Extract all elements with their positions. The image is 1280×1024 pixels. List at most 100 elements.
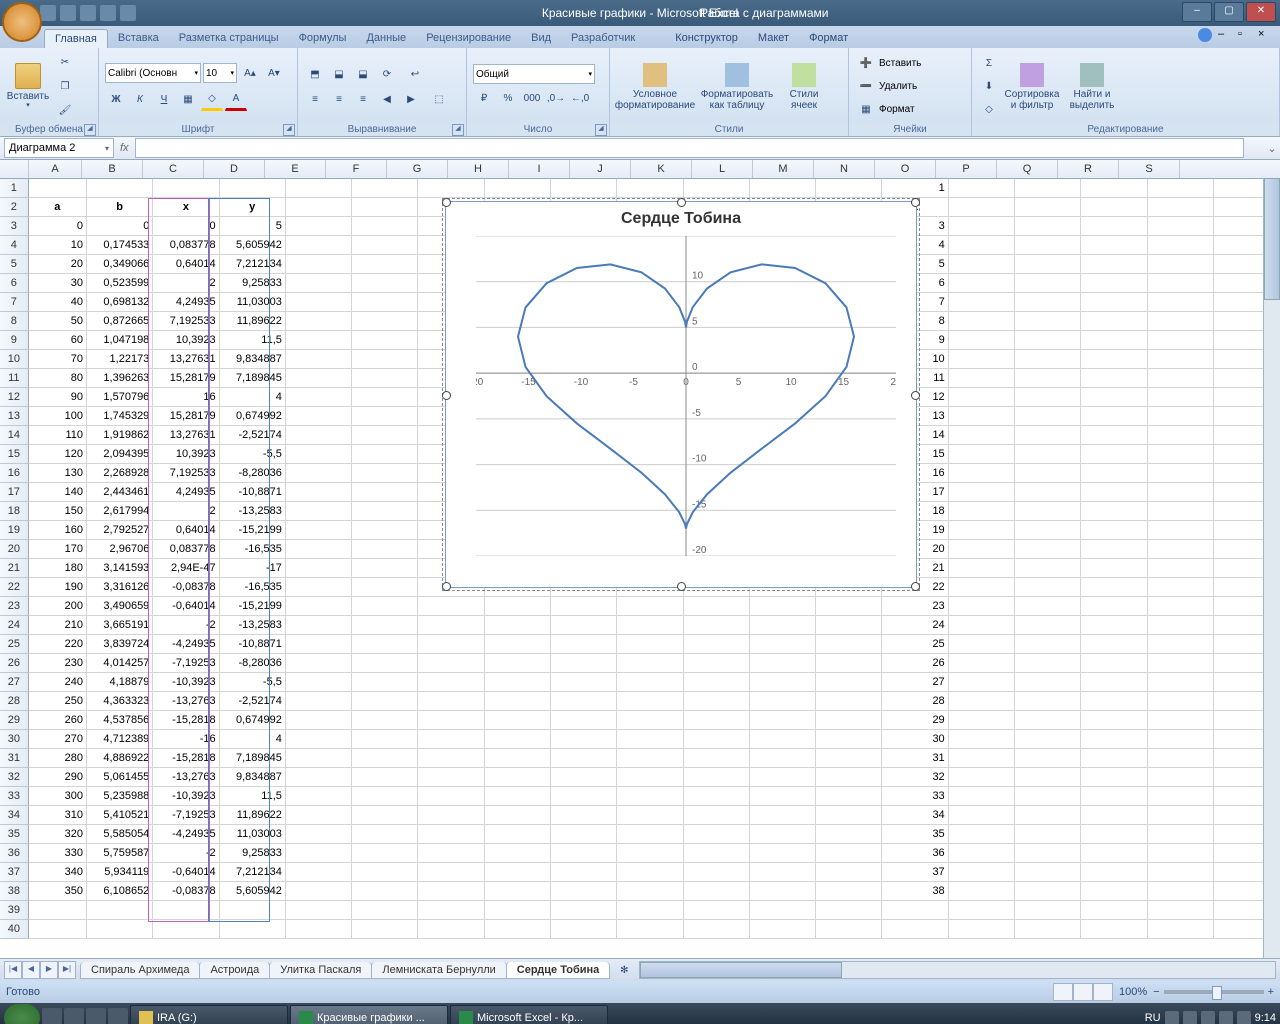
cell[interactable] xyxy=(750,806,816,825)
cell[interactable] xyxy=(551,597,617,616)
cell[interactable]: -2,52174 xyxy=(220,426,286,445)
cell[interactable] xyxy=(286,369,352,388)
cell[interactable] xyxy=(1148,179,1214,198)
column-header[interactable]: I xyxy=(509,160,570,178)
cell[interactable] xyxy=(949,274,1015,293)
cell[interactable] xyxy=(684,825,750,844)
cell[interactable] xyxy=(816,920,882,939)
row-header[interactable]: 15 xyxy=(0,445,29,464)
cell[interactable] xyxy=(286,464,352,483)
dialog-launcher-icon[interactable]: ◢ xyxy=(84,124,96,136)
cell[interactable] xyxy=(617,863,683,882)
cell[interactable] xyxy=(418,635,484,654)
cell[interactable]: -13,2763 xyxy=(153,768,219,787)
cell[interactable] xyxy=(1148,217,1214,236)
cell[interactable] xyxy=(286,331,352,350)
cell[interactable] xyxy=(87,920,153,939)
cell[interactable] xyxy=(949,369,1015,388)
cell[interactable] xyxy=(1148,578,1214,597)
cell[interactable]: 4,18879 xyxy=(87,673,153,692)
cell[interactable] xyxy=(1015,920,1081,939)
cell[interactable] xyxy=(418,882,484,901)
cell[interactable] xyxy=(816,882,882,901)
cell[interactable] xyxy=(684,179,750,198)
cell[interactable] xyxy=(1148,844,1214,863)
cell[interactable]: 6,108652 xyxy=(87,882,153,901)
increase-decimal-icon[interactable]: ,0→ xyxy=(545,87,567,109)
cell[interactable] xyxy=(1148,806,1214,825)
cell[interactable] xyxy=(617,825,683,844)
cell[interactable] xyxy=(286,901,352,920)
cell[interactable] xyxy=(1081,597,1147,616)
cell[interactable] xyxy=(485,597,551,616)
cell[interactable] xyxy=(286,692,352,711)
cell[interactable] xyxy=(1148,863,1214,882)
cell[interactable] xyxy=(684,768,750,787)
cell[interactable]: 5,410521 xyxy=(87,806,153,825)
column-header[interactable]: H xyxy=(448,160,509,178)
cell[interactable] xyxy=(1015,179,1081,198)
tab-Разметка страницы[interactable]: Разметка страницы xyxy=(169,29,289,48)
cell[interactable] xyxy=(949,635,1015,654)
cell[interactable] xyxy=(949,293,1015,312)
cell[interactable] xyxy=(29,901,87,920)
cell[interactable] xyxy=(617,673,683,692)
cell[interactable] xyxy=(1148,274,1214,293)
cell[interactable]: 60 xyxy=(29,331,87,350)
row-header[interactable]: 11 xyxy=(0,369,29,388)
cell[interactable] xyxy=(684,673,750,692)
cell[interactable] xyxy=(617,749,683,768)
tab-Формат[interactable]: Формат xyxy=(799,29,858,48)
cell[interactable] xyxy=(485,768,551,787)
row-header[interactable]: 21 xyxy=(0,559,29,578)
cell[interactable] xyxy=(485,749,551,768)
cell[interactable] xyxy=(352,654,418,673)
cell[interactable]: 5,759587 xyxy=(87,844,153,863)
cell[interactable] xyxy=(418,673,484,692)
cell[interactable]: -15,2199 xyxy=(220,521,286,540)
row-header[interactable]: 22 xyxy=(0,578,29,597)
help-icon[interactable] xyxy=(1198,28,1212,42)
row-header[interactable]: 39 xyxy=(0,901,29,920)
cell[interactable] xyxy=(949,407,1015,426)
row-header[interactable]: 27 xyxy=(0,673,29,692)
cell[interactable]: 0,698132 xyxy=(87,293,153,312)
cell[interactable]: 4,363323 xyxy=(87,692,153,711)
zoom-slider[interactable] xyxy=(1164,990,1264,994)
cell[interactable] xyxy=(286,179,352,198)
cell[interactable]: 100 xyxy=(29,407,87,426)
cell[interactable] xyxy=(551,673,617,692)
cell[interactable] xyxy=(352,388,418,407)
cell[interactable]: 2,792527 xyxy=(87,521,153,540)
cell[interactable] xyxy=(1081,483,1147,502)
cell[interactable] xyxy=(286,768,352,787)
cell[interactable] xyxy=(750,654,816,673)
cell[interactable] xyxy=(750,920,816,939)
cell[interactable] xyxy=(617,787,683,806)
row-header[interactable]: 36 xyxy=(0,844,29,863)
cell[interactable]: 7,192533 xyxy=(153,312,219,331)
cell[interactable]: 7,212134 xyxy=(220,863,286,882)
cell[interactable] xyxy=(485,730,551,749)
row-header[interactable]: 16 xyxy=(0,464,29,483)
cell[interactable] xyxy=(684,692,750,711)
cell[interactable] xyxy=(816,787,882,806)
sheet-tab[interactable]: Сердце Тобина xyxy=(506,962,611,979)
cell[interactable] xyxy=(352,407,418,426)
cell[interactable]: 5,235988 xyxy=(87,787,153,806)
row-header[interactable]: 19 xyxy=(0,521,29,540)
cell-styles-button[interactable]: Стили ячеек xyxy=(780,54,828,120)
cell[interactable]: -0,64014 xyxy=(153,597,219,616)
qat-redo-icon[interactable] xyxy=(80,5,96,21)
cell[interactable]: 32 xyxy=(882,768,948,787)
cell[interactable]: 1 xyxy=(882,179,948,198)
cell[interactable]: 10,3923 xyxy=(153,445,219,464)
cell[interactable]: 1,919862 xyxy=(87,426,153,445)
cell[interactable] xyxy=(1081,901,1147,920)
cell[interactable] xyxy=(1015,255,1081,274)
cell[interactable] xyxy=(1148,730,1214,749)
cell[interactable] xyxy=(418,806,484,825)
cell[interactable] xyxy=(617,901,683,920)
cell[interactable] xyxy=(1148,426,1214,445)
tab-Главная[interactable]: Главная xyxy=(44,29,108,48)
